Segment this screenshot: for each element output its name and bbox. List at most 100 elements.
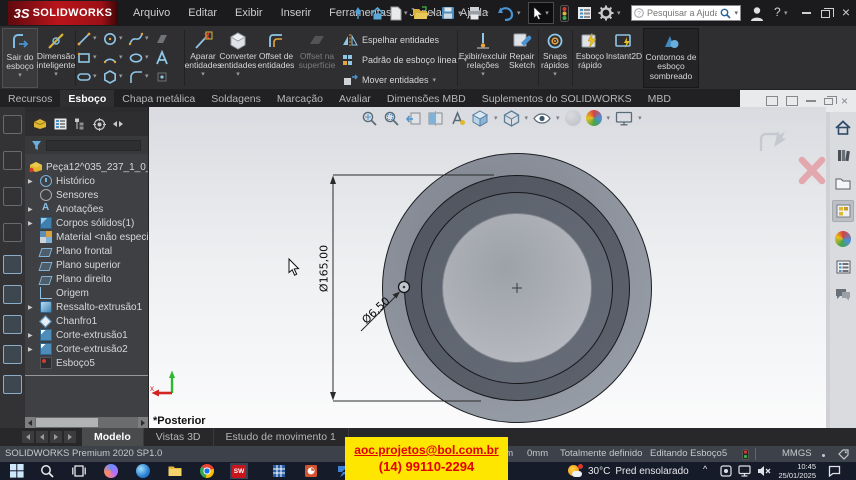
ghost-view-cube-icon[interactable] [3, 223, 22, 242]
settings-gear-icon[interactable] [598, 4, 614, 22]
tree-item-esboco5[interactable]: Esboço5 [25, 356, 148, 370]
display-style-icon[interactable] [503, 110, 520, 127]
previous-view-icon[interactable] [405, 110, 422, 127]
convert-entities-button[interactable]: Converter entidades ▾ [221, 28, 255, 88]
part-bore-face[interactable] [442, 213, 592, 363]
explorer-icon[interactable] [168, 464, 182, 478]
expand-icon[interactable]: ▶ [28, 220, 33, 227]
nav-last-icon[interactable] [64, 431, 76, 443]
doc-restore-button[interactable] [824, 98, 833, 105]
close-button[interactable]: × [838, 5, 854, 19]
trim-entities-button[interactable]: Aparar entidades ▾ [187, 28, 219, 88]
smart-dimension-caret-icon[interactable]: ▾ [54, 71, 58, 78]
taskbar-clock[interactable]: 10:45 25/01/2025 [778, 462, 816, 480]
nav-first-icon[interactable] [22, 431, 34, 443]
nav-next-icon[interactable] [50, 431, 62, 443]
task-view-icon[interactable] [72, 464, 86, 478]
smart-dimension-button[interactable]: Dimensão inteligente ▾ [38, 28, 74, 88]
rectangle-tool[interactable]: ▾ [76, 48, 102, 67]
pane-left-icon[interactable] [766, 96, 778, 106]
graphics-area[interactable]: ▾ ▾ ▾ ▾ ▾ [148, 107, 826, 428]
tree-part-root[interactable]: Peça12^035_237_1_0_00 - Su [25, 160, 148, 174]
select-tool-button[interactable]: ▾ [528, 2, 554, 24]
exit-sketch-caret-icon[interactable]: ▾ [18, 72, 22, 79]
options-list-icon[interactable] [577, 4, 592, 22]
ghost-view-cube-icon[interactable] [3, 187, 22, 206]
circle-tool[interactable]: ▾ [102, 29, 128, 48]
tray-app-icon[interactable] [720, 465, 732, 477]
ghost-view-cube-icon[interactable] [3, 151, 22, 170]
user-account-icon[interactable] [750, 4, 764, 22]
tab-modelo[interactable]: Modelo [82, 428, 144, 446]
convert-caret-icon[interactable]: ▾ [236, 71, 240, 78]
display-style-caret-icon[interactable]: ▾ [525, 115, 529, 122]
presentation-app-icon[interactable] [304, 464, 318, 478]
view-settings-caret-icon[interactable]: ▾ [638, 115, 642, 122]
status-tag-icon[interactable] [838, 449, 849, 460]
tree-item-plano-superior[interactable]: Plano superior [25, 258, 148, 272]
taskbar-search-icon[interactable] [40, 464, 54, 478]
property-manager-tab-icon[interactable] [54, 118, 67, 130]
zoom-area-icon[interactable] [383, 110, 400, 127]
configuration-manager-tab-icon[interactable] [74, 118, 86, 130]
filter-funnel-icon[interactable] [31, 140, 42, 151]
fillet-tool[interactable]: ▾ [128, 67, 154, 86]
slot-tool[interactable]: ▾ [76, 67, 102, 86]
trim-caret-icon[interactable]: ▾ [201, 71, 205, 78]
tree-item-anotacoes[interactable]: ▶Anotações [25, 202, 148, 216]
menu-exibir[interactable]: Exibir [226, 7, 272, 19]
expand-icon[interactable]: ▶ [28, 206, 33, 213]
tree-item-material[interactable]: Material <não especificad [25, 230, 148, 244]
scroll-thumb[interactable] [36, 418, 98, 427]
apply-scene-icon[interactable] [586, 110, 602, 126]
save-caret-icon[interactable]: ▾ [458, 10, 462, 17]
pin-menu-icon[interactable] [352, 4, 364, 22]
tab-soldagens[interactable]: Soldagens [203, 90, 269, 107]
instant2d-button[interactable]: Instant2D [607, 28, 641, 88]
tab-estudo-movimento[interactable]: Estudo de movimento 1 [214, 428, 349, 446]
help-caret-icon[interactable]: ▾ [784, 10, 788, 17]
section-view-icon[interactable] [427, 110, 444, 127]
settings-caret-icon[interactable]: ▾ [617, 10, 621, 17]
marquee-select-icon[interactable] [3, 315, 22, 334]
repair-sketch-button[interactable]: Repair Sketch [508, 28, 536, 88]
polygon-tool[interactable]: ▾ [102, 67, 128, 86]
hide-show-eye-icon[interactable] [533, 111, 551, 126]
help-search-box[interactable]: ? ▾ [631, 5, 741, 21]
ghost-view-cube-icon[interactable] [3, 115, 22, 134]
point-tool[interactable] [154, 67, 180, 86]
start-button-icon[interactable] [10, 464, 24, 478]
move-entities-button[interactable]: Mover entidades ▾ [342, 70, 436, 90]
dimension-diameter-165[interactable]: Ø165,00 [318, 238, 331, 300]
chrome-icon[interactable] [200, 464, 214, 478]
tab-marcacao[interactable]: Marcação [269, 90, 331, 107]
tree-item-historico[interactable]: ▶Histórico [25, 174, 148, 188]
action-center-icon[interactable] [828, 465, 841, 477]
display-relations-caret-icon[interactable]: ▾ [481, 71, 485, 78]
scroll-right-icon[interactable] [138, 417, 148, 428]
tab-dimensoes-mbd[interactable]: Dimensões MBD [379, 90, 474, 107]
undo-icon[interactable] [496, 4, 514, 22]
undo-caret-icon[interactable]: ▾ [517, 10, 521, 17]
tree-item-corpos-solidos[interactable]: ▶Corpos sólidos(1) [25, 216, 148, 230]
tab-vistas-3d[interactable]: Vistas 3D [144, 428, 214, 446]
save-icon[interactable] [441, 4, 455, 22]
tree-item-sensores[interactable]: Sensores [25, 188, 148, 202]
linear-pattern-button[interactable]: Padrão de esboço linear ▾ [342, 50, 467, 70]
network-icon[interactable] [738, 465, 751, 477]
print-caret-icon[interactable]: ▾ [485, 10, 489, 17]
menu-inserir[interactable]: Inserir [272, 7, 321, 19]
open-caret-icon[interactable]: ▾ [432, 10, 436, 17]
orientation-caret-icon[interactable]: ▾ [494, 115, 498, 122]
forum-icon[interactable] [832, 284, 854, 306]
expand-icon[interactable]: ▶ [28, 332, 33, 339]
feature-tree-tab-icon[interactable] [33, 118, 47, 130]
tree-item-corte-extrusao2[interactable]: ▶Corte-extrusão2 [25, 342, 148, 356]
home-icon[interactable] [370, 4, 385, 22]
restore-button[interactable] [817, 7, 833, 21]
spline-tool[interactable]: ▾ [128, 29, 154, 48]
volume-muted-icon[interactable] [757, 465, 771, 477]
lasso-select-icon[interactable] [3, 285, 22, 304]
new-document-icon[interactable] [390, 4, 402, 22]
shaded-contours-button[interactable]: Contornos de esboço sombreado [643, 28, 699, 88]
